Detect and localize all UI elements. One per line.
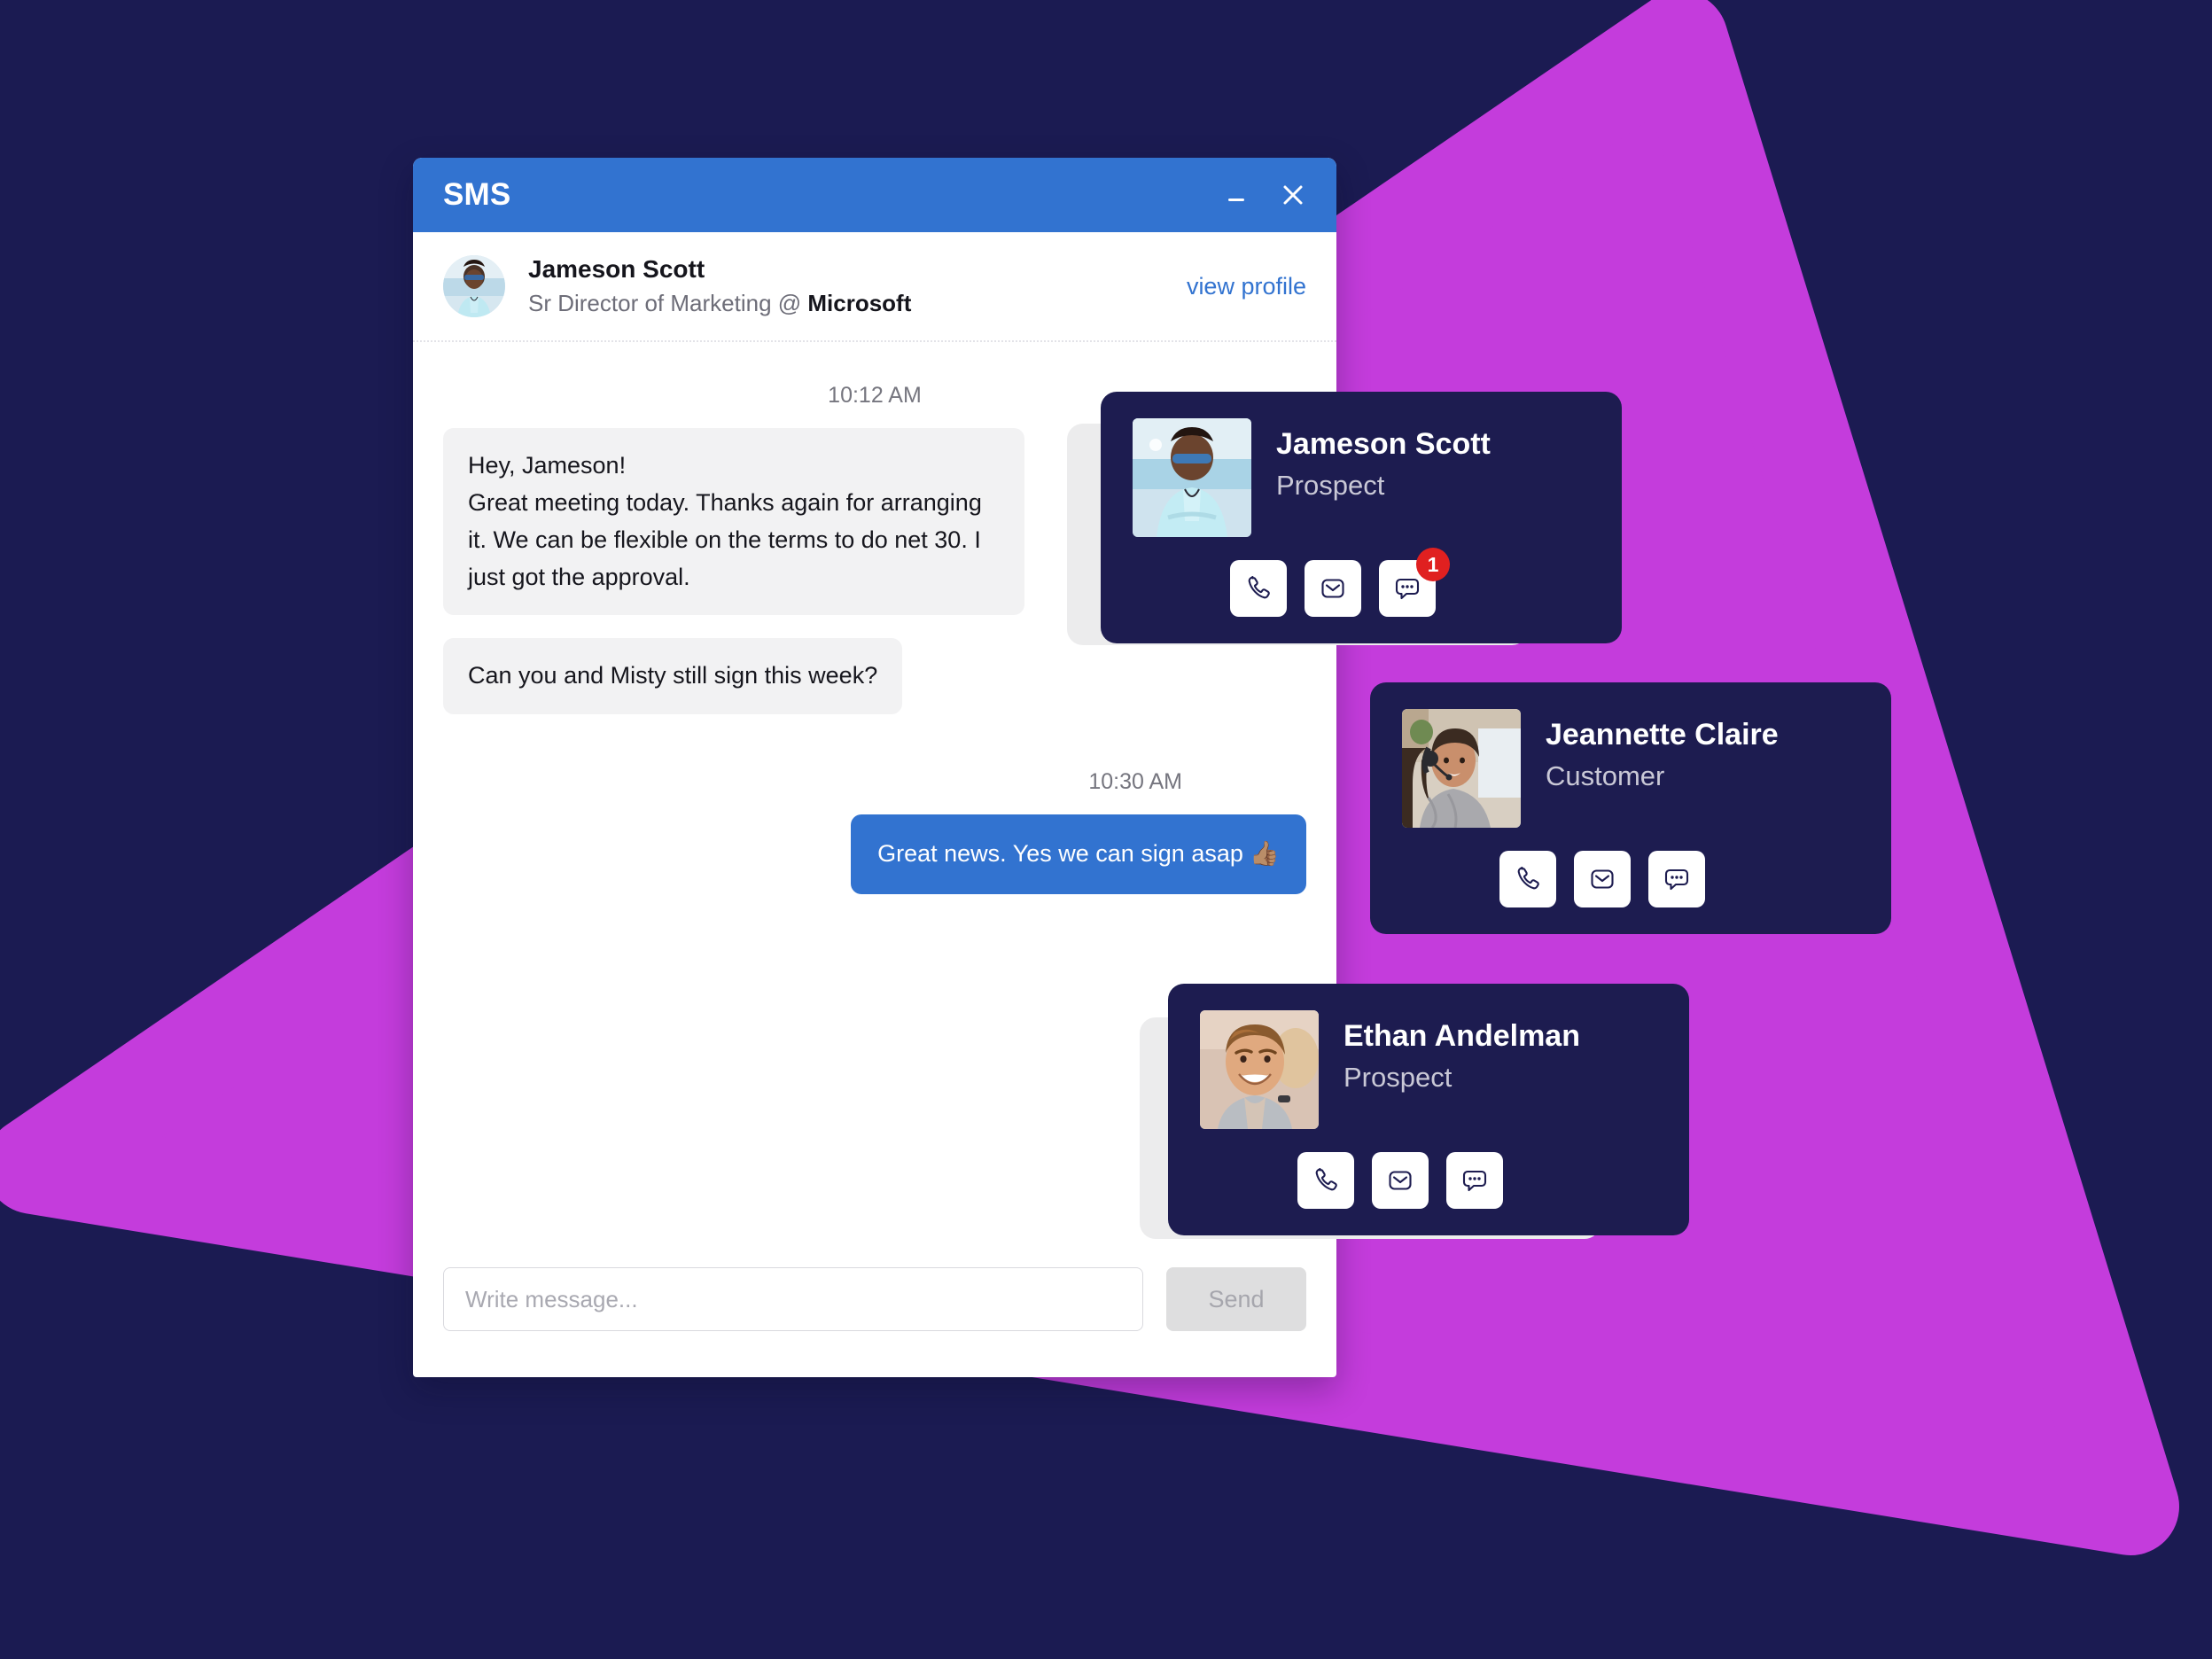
photo-ethan-icon (1200, 1010, 1319, 1129)
envelope-icon[interactable] (1372, 1152, 1429, 1209)
contact-card-top: Jeannette Claire Customer (1402, 709, 1859, 828)
window-titlebar: SMS (413, 158, 1336, 232)
contact-card-name: Ethan Andelman (1344, 1019, 1580, 1053)
close-icon[interactable] (1276, 178, 1310, 212)
message-composer: Send (413, 1267, 1336, 1377)
contact-card-actions (1200, 1152, 1657, 1209)
contact-card-role: Customer (1546, 760, 1665, 791)
conversation-contact-header: Jameson Scott Sr Director of Marketing @… (413, 232, 1336, 342)
contact-card-role: Prospect (1344, 1062, 1453, 1093)
contact-card-text: Jeannette Claire Customer (1546, 709, 1779, 792)
envelope-icon[interactable] (1305, 560, 1361, 617)
phone-icon[interactable] (1297, 1152, 1354, 1209)
contact-card-actions: 1 (1133, 548, 1590, 617)
contact-card-role: Prospect (1276, 470, 1385, 501)
send-button[interactable]: Send (1166, 1267, 1306, 1331)
contact-header-role: Sr Director of Marketing @ Microsoft (528, 290, 911, 317)
photo-jameson-icon (1133, 418, 1251, 537)
contact-card-ethan[interactable]: Ethan Andelman Prospect (1168, 984, 1689, 1235)
minimize-icon[interactable] (1219, 178, 1253, 212)
window-controls (1219, 178, 1310, 212)
thread-gap (443, 714, 1306, 762)
message-input[interactable] (443, 1267, 1143, 1331)
avatar-jameson-icon (443, 255, 505, 317)
message-bubble-incoming: Hey, Jameson! Great meeting today. Thank… (443, 428, 1024, 616)
contact-header-meta: Jameson Scott Sr Director of Marketing @… (528, 255, 911, 317)
contact-card-jameson[interactable]: Jameson Scott Prospect 1 (1101, 392, 1622, 643)
chat-bubble-icon[interactable] (1648, 851, 1705, 907)
contact-card-top: Jameson Scott Prospect (1133, 418, 1590, 537)
phone-icon[interactable] (1499, 851, 1556, 907)
contact-card-name: Jameson Scott (1276, 427, 1491, 461)
phone-icon[interactable] (1230, 560, 1287, 617)
contact-header-company: Microsoft (807, 290, 912, 316)
message-timestamp: 10:30 AM (1088, 769, 1182, 795)
message-bubble-outgoing: Great news. Yes we can sign asap 👍🏽 (851, 814, 1306, 895)
contact-card-jeannette[interactable]: Jeannette Claire Customer (1370, 682, 1891, 934)
envelope-icon[interactable] (1574, 851, 1631, 907)
contact-header-role-prefix: Sr Director of Marketing @ (528, 290, 808, 316)
contact-card-actions (1402, 851, 1859, 907)
contact-card-text: Ethan Andelman Prospect (1344, 1010, 1580, 1094)
chat-bubble-icon[interactable] (1446, 1152, 1503, 1209)
contact-card-text: Jameson Scott Prospect (1276, 418, 1491, 502)
contact-header-name: Jameson Scott (528, 255, 705, 283)
page-root: SMS Jameson Scott Sr Director of Marketi… (0, 0, 2212, 1659)
contact-card-top: Ethan Andelman Prospect (1200, 1010, 1657, 1129)
photo-jeannette-icon (1402, 709, 1521, 828)
chat-bubble-icon[interactable]: 1 (1379, 548, 1450, 617)
status-badge: 1 (1416, 548, 1450, 581)
contact-card-name: Jeannette Claire (1546, 718, 1779, 752)
view-profile-link[interactable]: view profile (1187, 273, 1306, 300)
window-title: SMS (443, 177, 511, 212)
message-bubble-incoming: Can you and Misty still sign this week? (443, 638, 903, 715)
